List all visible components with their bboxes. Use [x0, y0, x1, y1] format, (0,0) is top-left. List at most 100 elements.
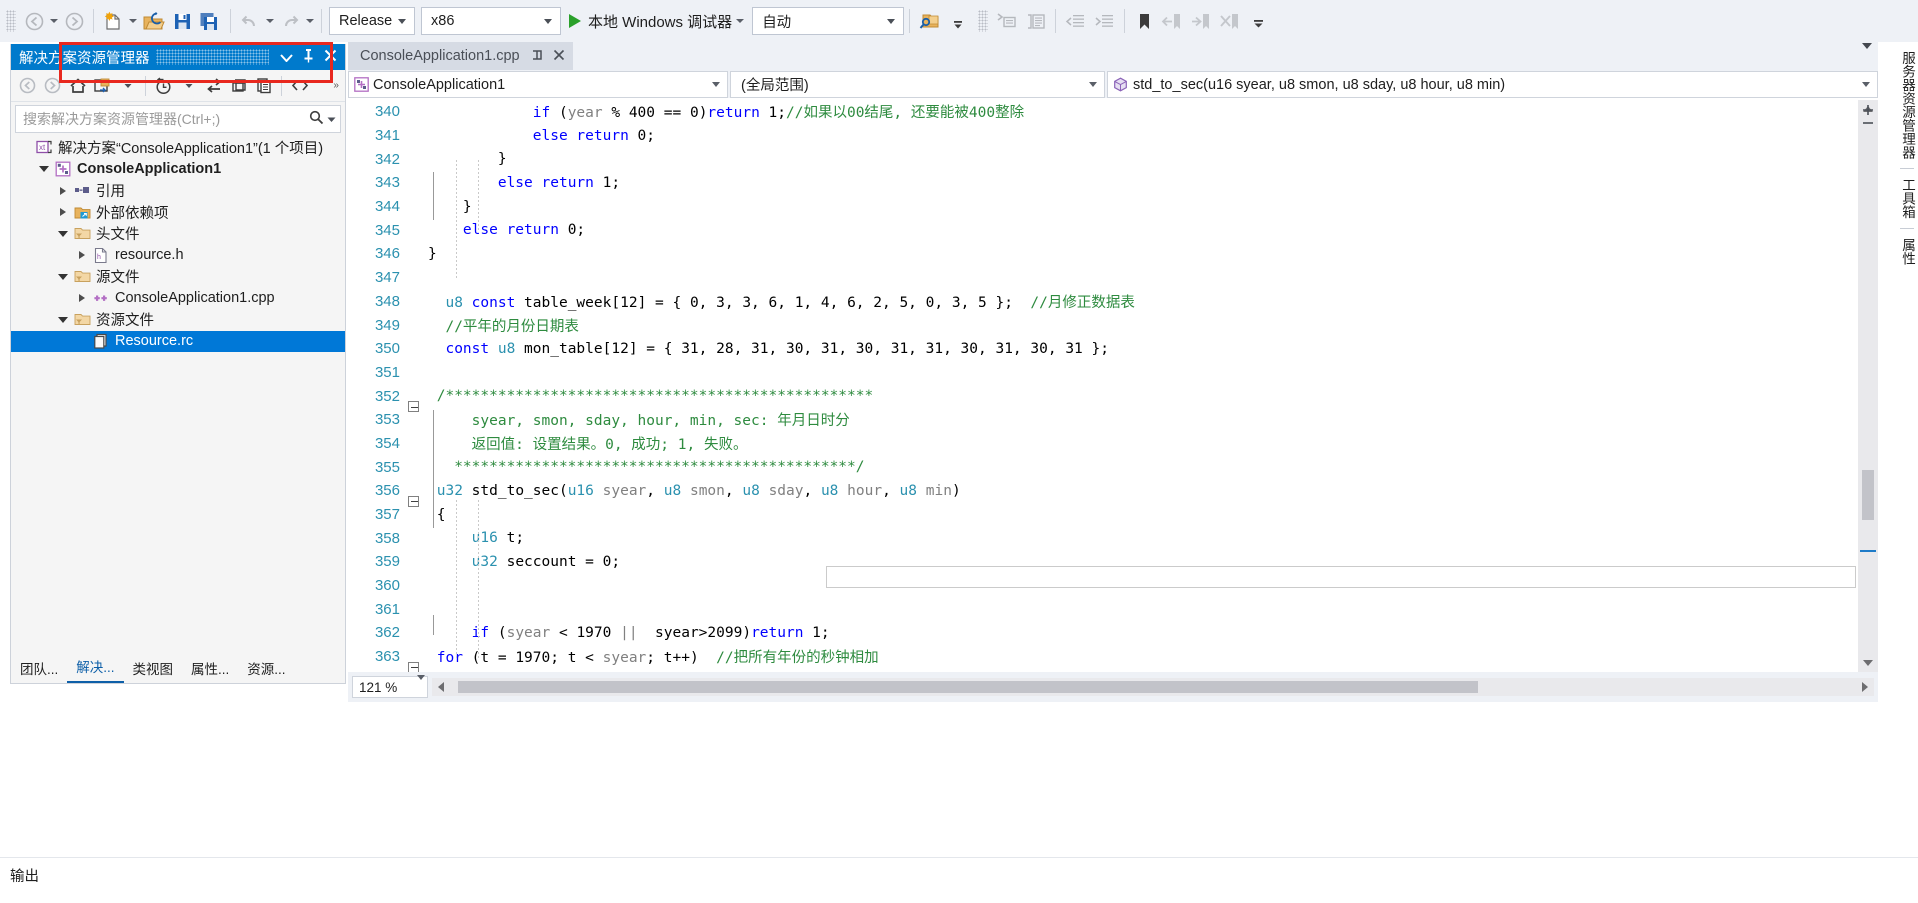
tree-item-4[interactable]: 头文件 [11, 223, 345, 245]
code-line-357[interactable]: 357 { [348, 503, 1878, 527]
open-file-icon[interactable] [139, 6, 168, 36]
save-icon[interactable] [168, 6, 196, 36]
undo-icon[interactable] [236, 6, 264, 36]
zoom-combobox[interactable]: 121 % [352, 674, 428, 698]
panel-tab-2[interactable]: 类视图 [124, 655, 183, 683]
pin-icon[interactable] [297, 48, 319, 67]
expander-collapsed-icon[interactable] [55, 208, 71, 217]
scroll-right-icon[interactable] [1856, 682, 1874, 692]
code-line-349[interactable]: 349 //平年的月份日期表 [348, 313, 1878, 337]
forward-icon[interactable] [40, 73, 65, 99]
history-icon[interactable] [151, 73, 176, 99]
hscrollbar-thumb[interactable] [458, 681, 1478, 693]
editor-vertical-scrollbar[interactable] [1858, 100, 1878, 672]
expander-collapsed-icon[interactable] [74, 251, 90, 260]
panel-tab-4[interactable]: 资源... [238, 655, 294, 683]
tree-item-0[interactable]: xt 解决方案“ConsoleApplication1”(1 个项目) [11, 137, 345, 159]
next-bookmark-icon[interactable] [1187, 6, 1216, 36]
tree-item-8[interactable]: 资源文件 [11, 309, 345, 331]
code-line-347[interactable]: 347 [348, 266, 1878, 290]
code-line-352[interactable]: 352 /***********************************… [348, 384, 1878, 413]
code-line-362[interactable]: 362 if (syear < 1970 || syear>2099)retur… [348, 621, 1878, 645]
tree-item-1[interactable]: ConsoleApplication1 [11, 159, 345, 181]
panel-menu-icon[interactable] [275, 49, 297, 66]
tree-item-3[interactable]: 外部依赖项 [11, 202, 345, 224]
editor-horizontal-scrollbar[interactable] [432, 678, 1874, 696]
code-line-351[interactable]: 351 [348, 361, 1878, 385]
back-icon[interactable] [15, 73, 40, 99]
solution-tree[interactable]: xt 解决方案“ConsoleApplication1”(1 个项目) Consol… [11, 133, 345, 352]
nav-forward-icon[interactable] [60, 6, 88, 36]
pending-changes-dropdown[interactable] [115, 73, 140, 99]
code-line-355[interactable]: 355 ************************************… [348, 455, 1878, 479]
nav-back-dropdown[interactable] [48, 6, 60, 36]
bookmark-icon[interactable] [1130, 6, 1158, 36]
redo-dropdown[interactable] [304, 6, 316, 36]
indent-icon[interactable] [1090, 6, 1119, 36]
save-all-icon[interactable] [196, 6, 225, 36]
history-dropdown[interactable] [176, 73, 201, 99]
tab-pin-icon[interactable] [532, 48, 544, 64]
uncomment-icon[interactable] [1021, 6, 1050, 36]
new-item-dropdown[interactable] [127, 6, 139, 36]
undo-dropdown[interactable] [264, 6, 276, 36]
platform-combobox[interactable]: x86 [421, 7, 561, 35]
code-line-340[interactable]: 340 if (year % 400 == 0)return 1;//如果以00… [348, 100, 1878, 124]
close-icon[interactable] [319, 49, 341, 66]
code-line-350[interactable]: 350 const u8 mon_table[12] = { 31, 28, 3… [348, 337, 1878, 361]
panel-tab-1[interactable]: 解决... [67, 653, 124, 683]
prev-bookmark-icon[interactable] [1158, 6, 1187, 36]
tab-consoleapplication1-cpp[interactable]: ConsoleApplication1.cpp [348, 42, 573, 70]
scope-combobox[interactable]: (全局范围) [730, 71, 1105, 98]
show-all-files-icon[interactable] [287, 73, 312, 99]
scrollbar-thumb[interactable] [1862, 470, 1874, 520]
expander-expanded-icon[interactable] [55, 273, 71, 280]
tree-item-9[interactable]: Resource.rc [11, 330, 345, 352]
code-line-360[interactable]: 360 [348, 574, 1878, 598]
code-line-342[interactable]: 342 } [348, 147, 1878, 171]
project-scope-combobox[interactable]: ConsoleApplication1 [348, 71, 728, 98]
expander-expanded-icon[interactable] [36, 166, 52, 173]
right-tab-0[interactable]: 服务器资源管理器 [1894, 44, 1918, 166]
toolbar-grip-2[interactable] [978, 10, 989, 32]
new-item-icon[interactable] [99, 6, 127, 36]
expander-collapsed-icon[interactable] [74, 294, 90, 303]
properties-icon[interactable] [251, 73, 276, 99]
nav-back-icon[interactable] [20, 6, 48, 36]
tree-item-2[interactable]: 引用 [11, 180, 345, 202]
code-line-345[interactable]: 345 else return 0; [348, 218, 1878, 242]
code-line-346[interactable]: 346} [348, 242, 1878, 266]
code-line-359[interactable]: 359 u32 seccount = 0; [348, 550, 1878, 574]
code-text-area[interactable]: 340 if (year % 400 == 0)return 1;//如果以00… [348, 100, 1878, 672]
start-debug-dropdown[interactable] [734, 6, 746, 36]
scroll-down-icon[interactable] [1858, 654, 1878, 672]
code-line-341[interactable]: 341 else return 0; [348, 124, 1878, 148]
scrollbar-zoom-controls[interactable] [1860, 104, 1876, 134]
code-line-353[interactable]: 353 syear, smon, sday, hour, min, sec: 年… [348, 408, 1878, 432]
se-overflow-icon[interactable]: ›› [333, 80, 341, 91]
start-debug-button[interactable]: 本地 Windows 调试器 [561, 6, 734, 36]
expander-expanded-icon[interactable] [55, 230, 71, 237]
right-tab-1[interactable]: 工具箱 [1894, 171, 1918, 226]
redo-icon[interactable] [276, 6, 304, 36]
code-line-348[interactable]: 348 u8 const table_week[12] = { 0, 3, 3,… [348, 290, 1878, 314]
auto-combobox[interactable]: 自动 [752, 7, 905, 35]
tree-item-7[interactable]: ConsoleApplication1.cpp [11, 288, 345, 310]
code-line-356[interactable]: 356 u32 std_to_sec(u16 syear, u8 smon, u… [348, 479, 1878, 507]
expander-collapsed-icon[interactable] [55, 186, 71, 195]
outdent-icon[interactable] [1061, 6, 1090, 36]
code-line-361[interactable]: 361 [348, 597, 1878, 621]
code-line-354[interactable]: 354 返回值: 设置结果。0, 成功; 1, 失败。 [348, 432, 1878, 456]
code-line-344[interactable]: 344 } [348, 195, 1878, 219]
pending-changes-icon[interactable] [90, 73, 115, 99]
search-icon[interactable] [309, 110, 324, 128]
configuration-combobox[interactable]: Release [329, 7, 415, 35]
find-dropdown-icon[interactable] [944, 6, 972, 36]
panel-tab-3[interactable]: 属性... [182, 655, 238, 683]
code-line-363[interactable]: 363 for (t = 1970; t < syear; t++) //把所有… [348, 645, 1878, 672]
code-line-358[interactable]: 358 u16 t; [348, 526, 1878, 550]
tree-item-5[interactable]: h resource.h [11, 245, 345, 267]
code-line-343[interactable]: 343 else return 1; [348, 171, 1878, 195]
tabstrip-overflow-icon[interactable] [1862, 43, 1872, 64]
clear-bookmarks-icon[interactable] [1216, 6, 1245, 36]
